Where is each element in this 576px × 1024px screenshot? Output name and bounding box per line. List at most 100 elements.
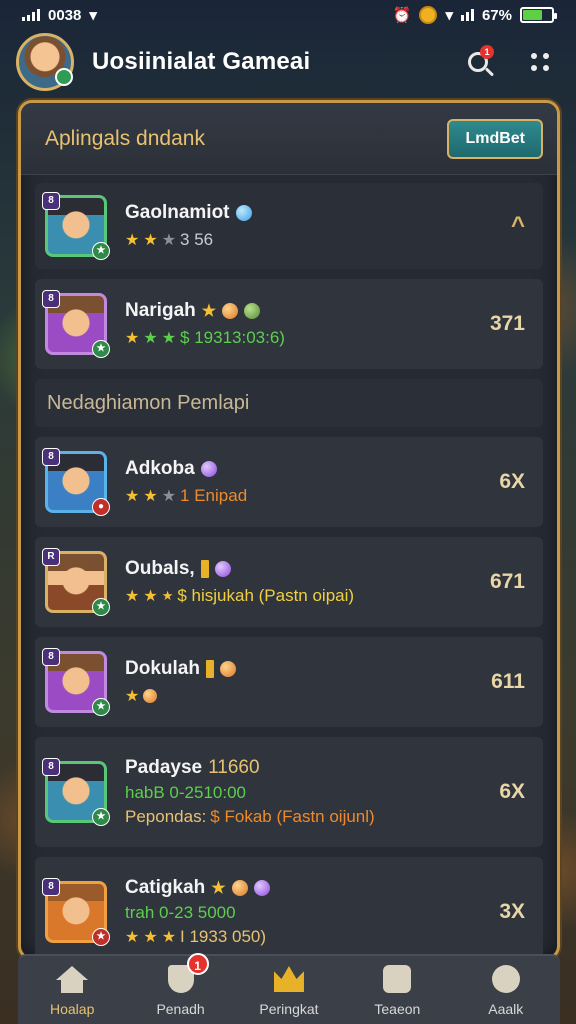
rank-value: 6X xyxy=(499,780,525,803)
star-icon: ★ xyxy=(161,929,177,946)
nav-label: Peringkat xyxy=(259,1001,319,1017)
wifi-icon: ▾ xyxy=(89,7,97,24)
player-stat: habB 0-2510:00 xyxy=(125,783,246,802)
player-portrait: 8 ★ xyxy=(42,290,110,358)
badge-icon xyxy=(143,689,158,703)
player-name: Catigkah xyxy=(125,877,206,898)
collapse-chevron-icon[interactable]: ^ xyxy=(511,212,525,240)
player-portrait: 8 ★ xyxy=(42,758,110,826)
more-icon xyxy=(531,53,549,71)
star-icon: ★ xyxy=(143,330,158,347)
nav-missions[interactable]: 1 Penadh xyxy=(131,953,231,1017)
player-score: 11660 xyxy=(208,757,260,778)
list-item[interactable]: 8 ★ Catigkah ★ trah 0-23 5000 ★ ★ ★ I 1933 05… xyxy=(35,857,543,957)
star-icon: ★ xyxy=(125,488,140,505)
level-badge xyxy=(55,68,73,86)
player-portrait: 8 ● xyxy=(42,448,110,516)
star-icon: ★ xyxy=(143,232,158,249)
list-item[interactable]: 8 ● Adkoba ★ ★ ★ 1 Enipad 6X xyxy=(35,437,543,527)
star-icon: ★ xyxy=(125,330,140,347)
alarm-icon: ⏰ xyxy=(392,7,412,24)
search-button[interactable]: 1 xyxy=(458,42,498,82)
nav-label: Teaeon xyxy=(374,1001,421,1017)
battery-level xyxy=(523,10,542,20)
player-name: Padayse xyxy=(125,757,203,778)
player-name: Narigah xyxy=(125,300,196,321)
battery-icon xyxy=(520,7,557,23)
star-icon: ★ xyxy=(125,688,140,705)
list-item[interactable]: 8 ★ Dokulah ★ 611 xyxy=(35,637,543,727)
signal-icon xyxy=(22,9,40,21)
coin-icon xyxy=(419,6,438,24)
rank-value: 611 xyxy=(491,670,525,693)
player-stat-label: Pepondas: xyxy=(125,807,207,826)
crown-icon xyxy=(272,963,306,995)
player-name: Adkoba xyxy=(125,458,195,479)
nav-team[interactable]: Teaeon xyxy=(347,963,447,1017)
wifi-icon: ▾ xyxy=(445,7,453,24)
star-icon: ★ xyxy=(125,588,140,605)
gold-bar-icon xyxy=(200,560,209,578)
nav-ranking[interactable]: Peringkat xyxy=(239,963,339,1017)
nav-label: Penadh xyxy=(156,1001,205,1017)
player-stat: 1 Enipad xyxy=(180,486,248,505)
player-stat: trah 0-23 5000 xyxy=(125,903,236,922)
player-portrait: R ★ xyxy=(42,548,110,616)
player-stat: $ 19313:03:6) xyxy=(180,328,285,347)
status-time: 0038 xyxy=(48,6,82,24)
menu-button[interactable] xyxy=(520,42,560,82)
gem-icon xyxy=(222,303,239,319)
star-icon: ★ xyxy=(143,929,158,946)
status-bar: 0038 ▾ ⏰ ▾ 67% xyxy=(0,0,576,30)
star-icon: ★ xyxy=(143,588,158,605)
nav-label: Aaalk xyxy=(488,1001,524,1017)
gold-bar-icon xyxy=(205,660,214,678)
list-item[interactable]: 8 ★ Narigah ★ ★ ★ ★ $ 19313:03:6) 371 xyxy=(35,279,543,369)
nav-home[interactable]: Hoalap xyxy=(22,963,122,1017)
list-item[interactable]: R ★ Oubals, ★ ★ ★ $ hisjukah (Pastn oipai) 6… xyxy=(35,537,543,627)
nav-profile[interactable]: Aaalk xyxy=(456,963,556,1017)
panel-title: Aplingals dndank xyxy=(45,126,205,150)
rank-value: 3X xyxy=(499,900,525,923)
player-name: Dokulah xyxy=(125,658,200,679)
diamond-icon xyxy=(235,205,252,221)
gem-icon xyxy=(219,661,236,677)
star-icon: ★ xyxy=(161,488,177,505)
player-portrait: 8 ★ xyxy=(42,878,110,946)
battery-percent: 67% xyxy=(481,6,512,24)
player-portrait: 8 ★ xyxy=(42,192,110,260)
gem-icon xyxy=(244,303,261,319)
panel-action-button[interactable]: LmdBet xyxy=(447,118,543,159)
star-icon: ★ xyxy=(161,232,177,249)
player-stat: $ hisjukah (Pastn oipai) xyxy=(177,586,355,605)
star-icon: ★ xyxy=(125,232,140,249)
player-stat: 3 56 xyxy=(180,230,214,249)
rank-value: 6X xyxy=(499,470,525,493)
list-item[interactable]: 8 ★ Padayse 11660 habB 0-2510:00 Pepondas:… xyxy=(35,737,543,847)
gem-icon xyxy=(200,461,217,477)
rank-value: 671 xyxy=(489,570,525,593)
player-name: Oubals, xyxy=(125,558,195,579)
profile-icon xyxy=(489,963,523,995)
avatar[interactable] xyxy=(16,33,74,91)
gem-icon xyxy=(231,880,248,896)
star-icon: ★ xyxy=(201,303,217,320)
panel-header: Aplingals dndank LmdBet xyxy=(21,103,557,175)
list-item[interactable]: 8 ★ Gaolnamiot ★ ★ ★ 3 56 ^ xyxy=(35,183,543,269)
home-icon xyxy=(55,963,89,995)
rank-value: 371 xyxy=(489,312,525,335)
gem-icon xyxy=(253,880,270,896)
star-icon: ★ xyxy=(211,880,226,897)
team-icon xyxy=(380,963,414,995)
notification-badge: 1 xyxy=(186,953,209,975)
ranking-list: 8 ★ Gaolnamiot ★ ★ ★ 3 56 ^ 8 ★ Narigah ★ ★ ★ ★ $… xyxy=(21,175,557,957)
signal-icon xyxy=(460,9,474,21)
star-icon: ★ xyxy=(161,588,174,603)
player-portrait: 8 ★ xyxy=(42,648,110,716)
section-header: Nedaghiamon Pemlapi xyxy=(35,379,543,427)
player-name: Gaolnamiot xyxy=(125,202,230,223)
star-icon: ★ xyxy=(143,488,158,505)
player-stat: I 1933 050) xyxy=(180,927,267,946)
notification-badge: 1 xyxy=(480,45,494,59)
player-stat: $ Fokab (Fastn oijunl) xyxy=(210,807,375,826)
